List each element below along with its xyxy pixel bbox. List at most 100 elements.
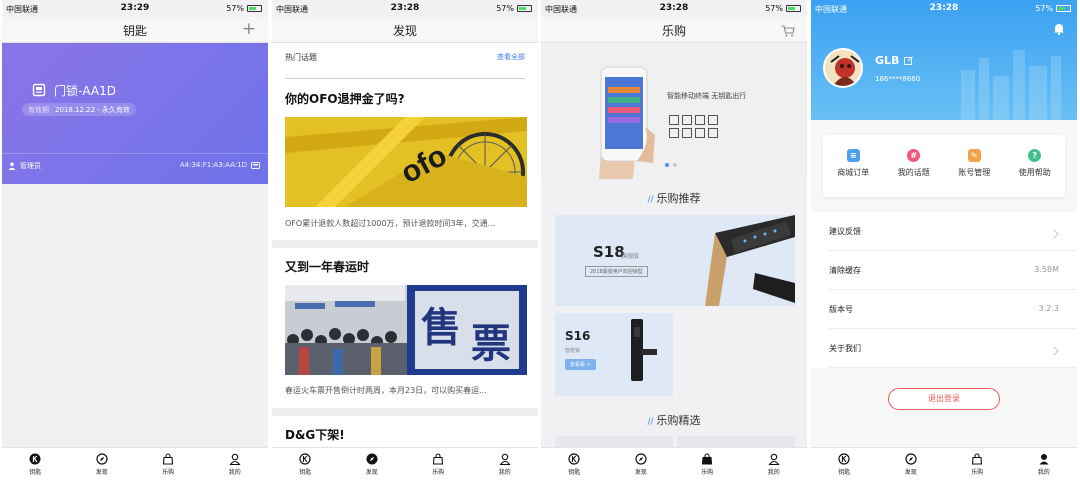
- shopping-bag-icon: [971, 452, 984, 465]
- tab-me[interactable]: 我的: [472, 448, 539, 480]
- section-header-recommend: //乐购推荐: [541, 190, 807, 206]
- tab-keys[interactable]: 钥匙: [811, 448, 878, 480]
- validity-label: 有效期: [28, 105, 49, 114]
- topic-icon: #: [907, 149, 921, 162]
- tab-shop[interactable]: 乐购: [944, 448, 1011, 480]
- see-all-link[interactable]: 查看全部: [497, 52, 525, 62]
- feature-icon: [682, 128, 692, 138]
- article-image: 售 票: [285, 285, 527, 375]
- tab-discover[interactable]: 发现: [69, 448, 136, 480]
- quick-action-label: 账号管理: [958, 168, 991, 177]
- lock-name: 门锁-AA1D: [54, 84, 116, 98]
- tab-label: 我的: [1037, 469, 1050, 476]
- feature-icon: [695, 128, 705, 138]
- plus-icon[interactable]: +: [242, 19, 256, 39]
- product-s16-card[interactable]: S16 智能锁 去看看 >: [555, 313, 673, 396]
- divider: [272, 240, 538, 248]
- logout-button[interactable]: 退出登录: [888, 388, 1000, 410]
- quick-action-topics[interactable]: # 我的话题: [884, 135, 945, 197]
- settings-label: 关于我们: [829, 344, 861, 353]
- tab-label: 我的: [228, 469, 241, 476]
- profile-header: 中国联通 23:28 57% GLB 186****8660: [811, 0, 1077, 120]
- feature-icon: [682, 115, 692, 125]
- door-lock-image: [705, 215, 795, 306]
- promo-banner[interactable]: 智能移动终端 无钥匙出行: [541, 43, 807, 179]
- lock-card[interactable]: 门锁-AA1D 有效期 2018.12.22 - 永久有效 管理员 A4:34:…: [2, 43, 268, 184]
- quick-actions: ≡ 商城订单 # 我的话题 ✎ 账号管理 ? 使用帮助: [823, 135, 1065, 197]
- battery-icon: [786, 5, 801, 12]
- nav-bar: 乐购: [541, 17, 807, 43]
- quick-action-account[interactable]: ✎ 账号管理: [944, 135, 1005, 197]
- key-tab-icon: [568, 452, 581, 465]
- tab-keys[interactable]: 钥匙: [541, 448, 608, 480]
- tab-label: 发现: [634, 469, 647, 476]
- page-title: 钥匙: [122, 24, 147, 38]
- article-summary: 春运火车票开售倒计时两周，本月23日，可以购买春运...: [285, 386, 487, 395]
- battery-percent: 57%: [765, 4, 783, 13]
- tab-me[interactable]: 我的: [202, 448, 269, 480]
- cart-icon[interactable]: [781, 22, 795, 42]
- tab-shop[interactable]: 乐购: [135, 448, 202, 480]
- section-title: 乐购推荐: [656, 192, 701, 205]
- edit-icon[interactable]: [904, 56, 914, 65]
- svg-text:票: 票: [471, 321, 511, 367]
- feature-icon: [669, 128, 679, 138]
- product-edition: 智能锁: [565, 348, 581, 354]
- article-headline: 又到一年春运时: [285, 260, 370, 274]
- product-s18-card[interactable]: S18 旗舰版 2018最受用户欢迎锁型: [555, 215, 795, 306]
- tab-me[interactable]: 我的: [1011, 448, 1078, 480]
- hot-topics-header: 热门话题 查看全部: [285, 52, 525, 63]
- tab-shop[interactable]: 乐购: [405, 448, 472, 480]
- product-edition: 旗舰版: [621, 253, 640, 260]
- settings-row-about[interactable]: 关于我们: [829, 329, 1077, 368]
- page-title: 发现: [392, 24, 417, 38]
- shopping-bag-icon: [432, 452, 445, 465]
- settings-row-clear-cache[interactable]: 清除缓存 3.58M: [829, 251, 1077, 290]
- carousel-dots[interactable]: [665, 163, 677, 167]
- order-icon: ≡: [846, 149, 860, 162]
- door-lock-image: [631, 319, 657, 381]
- divider: [2, 153, 268, 154]
- tab-label: 乐购: [971, 469, 984, 476]
- battery-percent: 57%: [226, 4, 244, 13]
- bell-icon[interactable]: [1053, 20, 1065, 39]
- key-tab-icon: [299, 452, 312, 465]
- product-tag: 2018最受用户欢迎锁型: [585, 266, 648, 277]
- quick-action-label: 商城订单: [837, 168, 870, 177]
- validity-badge: 有效期 2018.12.22 - 永久有效: [22, 103, 137, 116]
- feature-icon: [708, 115, 718, 125]
- settings-row-feedback[interactable]: 建议反馈: [829, 212, 1077, 251]
- tab-label: 发现: [904, 469, 917, 476]
- tab-discover[interactable]: 发现: [878, 448, 945, 480]
- shopping-bag-icon: [162, 452, 175, 465]
- quick-action-orders[interactable]: ≡ 商城订单: [823, 135, 884, 197]
- view-product-button[interactable]: 去看看 >: [565, 359, 596, 370]
- article-headline: 你的OFO退押金了吗?: [285, 92, 405, 106]
- battery-icon: [247, 5, 262, 12]
- user-name-row[interactable]: GLB: [875, 54, 914, 67]
- phone-in-hand-image: [599, 66, 655, 179]
- tab-label: 钥匙: [568, 469, 581, 476]
- feature-icon: [708, 128, 718, 138]
- tab-label: 发现: [95, 469, 108, 476]
- tab-shop[interactable]: 乐购: [674, 448, 741, 480]
- feature-icon: [695, 115, 705, 125]
- key-tab-icon: [838, 452, 851, 465]
- profile-screen: 中国联通 23:28 57% GLB 186****8660 ≡ 商城订单 # …: [811, 0, 1077, 480]
- tab-discover[interactable]: 发现: [339, 448, 406, 480]
- settings-list: 建议反馈 清除缓存 3.58M 版本号 3.2.3 关于我们: [811, 212, 1077, 368]
- status-bar: 中国联通 23:28 57%: [811, 0, 1077, 17]
- quick-action-help[interactable]: ? 使用帮助: [1005, 135, 1066, 197]
- compass-icon: [365, 452, 378, 465]
- compass-icon: [95, 452, 108, 465]
- tab-keys[interactable]: 钥匙: [272, 448, 339, 480]
- status-bar: 中国联通 23:28 57%: [541, 0, 807, 17]
- tab-keys[interactable]: 钥匙: [2, 448, 69, 480]
- banner-tagline: 智能移动终端 无钥匙出行: [667, 92, 747, 100]
- avatar[interactable]: [823, 48, 863, 88]
- section-header-selected: //乐购精选: [541, 412, 807, 428]
- tab-discover[interactable]: 发现: [608, 448, 675, 480]
- tab-me[interactable]: 我的: [741, 448, 808, 480]
- tab-label: 发现: [365, 469, 378, 476]
- user-icon: [228, 452, 241, 465]
